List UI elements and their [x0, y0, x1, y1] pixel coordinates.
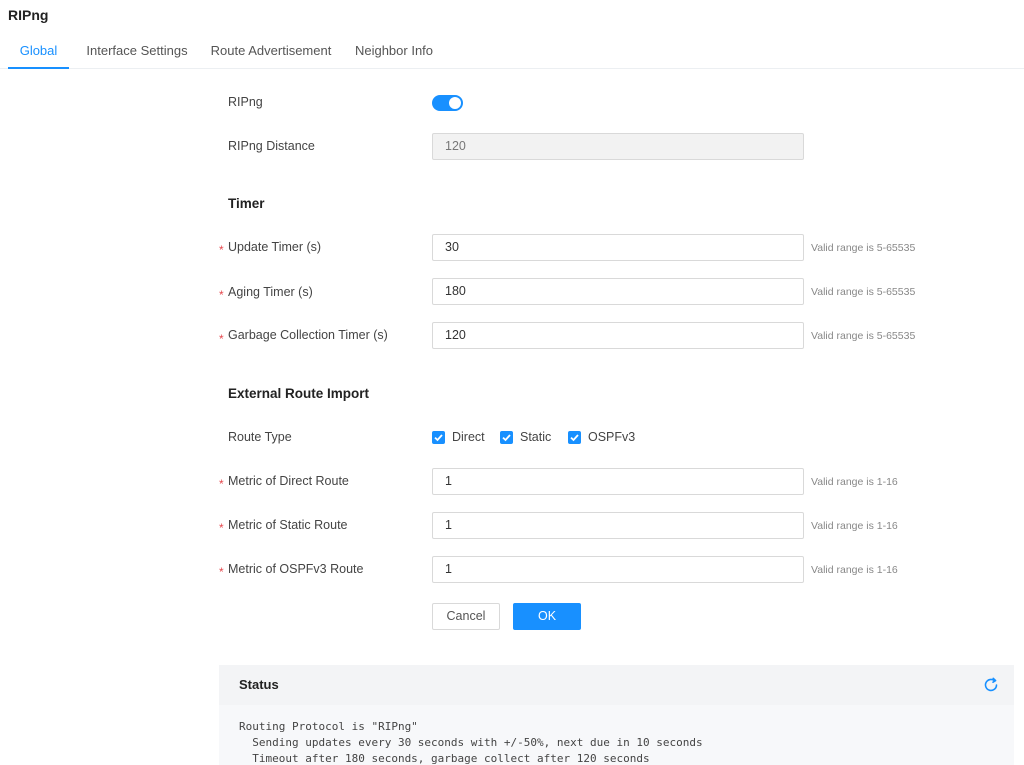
- status-title: Status: [239, 677, 279, 692]
- tab-route-advertisement[interactable]: Route Advertisement: [206, 36, 336, 69]
- tab-bar: Global Interface Settings Route Advertis…: [0, 36, 1024, 69]
- required-marker: *: [219, 288, 224, 302]
- status-header: Status: [219, 665, 1014, 705]
- update-timer-input[interactable]: 30: [432, 234, 804, 261]
- cancel-button[interactable]: Cancel: [432, 603, 500, 630]
- aging-timer-input[interactable]: 180: [432, 278, 804, 305]
- timer-section-title: Timer: [228, 196, 265, 211]
- metric-static-label: Metric of Static Route: [228, 518, 348, 532]
- check-icon: [432, 431, 445, 444]
- required-marker: *: [219, 332, 224, 346]
- ripng-label: RIPng: [228, 95, 263, 109]
- tab-neighbor-info[interactable]: Neighbor Info: [350, 36, 438, 69]
- metric-static-hint: Valid range is 1-16: [811, 520, 898, 532]
- status-panel: Status Routing Protocol is "RIPng" Sendi…: [219, 665, 1014, 765]
- metric-static-input[interactable]: 1: [432, 512, 804, 539]
- checkbox-direct[interactable]: Direct: [432, 430, 488, 446]
- ripng-distance-input: 120: [432, 133, 804, 160]
- toggle-knob: [449, 97, 461, 109]
- metric-direct-label: Metric of Direct Route: [228, 474, 349, 488]
- garbage-timer-label: Garbage Collection Timer (s): [228, 328, 388, 342]
- page-title: RIPng: [8, 7, 49, 23]
- update-timer-label: Update Timer (s): [228, 240, 322, 254]
- required-marker: *: [219, 243, 224, 257]
- tab-interface-settings[interactable]: Interface Settings: [82, 36, 192, 69]
- ripng-toggle[interactable]: [432, 95, 463, 111]
- tab-global[interactable]: Global: [8, 36, 69, 69]
- required-marker: *: [219, 477, 224, 491]
- checkbox-ospfv3-label: OSPFv3: [588, 430, 636, 444]
- route-type-label: Route Type: [228, 430, 292, 444]
- metric-direct-hint: Valid range is 1-16: [811, 476, 898, 488]
- metric-ospfv3-label: Metric of OSPFv3 Route: [228, 562, 364, 576]
- metric-ospfv3-input[interactable]: 1: [432, 556, 804, 583]
- refresh-icon[interactable]: [982, 676, 1000, 694]
- ripng-distance-label: RIPng Distance: [228, 139, 315, 153]
- checkbox-direct-label: Direct: [452, 430, 485, 444]
- check-icon: [568, 431, 581, 444]
- required-marker: *: [219, 565, 224, 579]
- aging-timer-label: Aging Timer (s): [228, 285, 313, 299]
- status-output: Routing Protocol is "RIPng" Sending upda…: [239, 720, 703, 765]
- checkbox-ospfv3[interactable]: OSPFv3: [568, 430, 636, 446]
- metric-direct-input[interactable]: 1: [432, 468, 804, 495]
- aging-timer-hint: Valid range is 5-65535: [811, 286, 916, 298]
- check-icon: [500, 431, 513, 444]
- metric-ospfv3-hint: Valid range is 1-16: [811, 564, 898, 576]
- checkbox-static-label: Static: [520, 430, 552, 444]
- garbage-timer-hint: Valid range is 5-65535: [811, 330, 916, 342]
- update-timer-hint: Valid range is 5-65535: [811, 242, 916, 254]
- required-marker: *: [219, 521, 224, 535]
- garbage-timer-input[interactable]: 120: [432, 322, 804, 349]
- ok-button[interactable]: OK: [513, 603, 581, 630]
- import-section-title: External Route Import: [228, 386, 370, 401]
- checkbox-static[interactable]: Static: [500, 430, 556, 446]
